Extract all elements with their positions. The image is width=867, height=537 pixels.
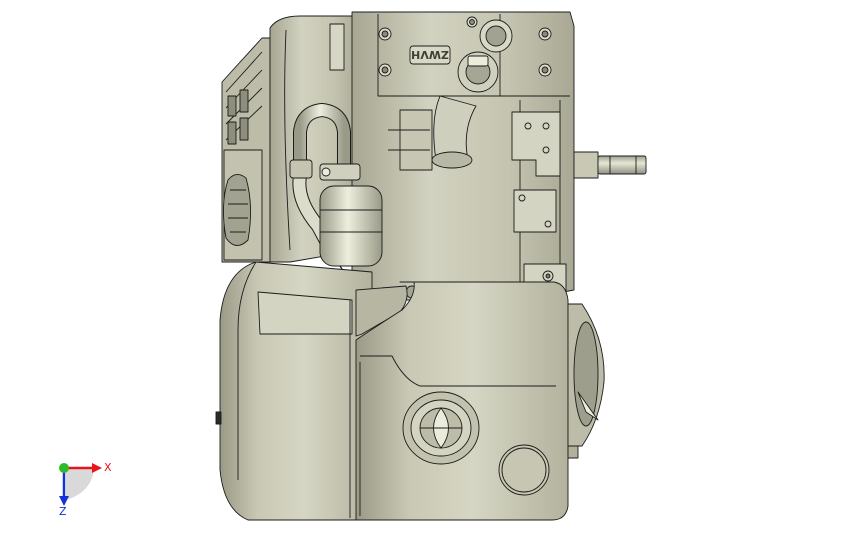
triad-shading: [66, 468, 94, 500]
fuel-cap: [402, 391, 480, 465]
output-shaft: [573, 151, 647, 179]
x-axis-label: X: [104, 461, 112, 474]
z-axis-label: Z: [59, 505, 67, 518]
y-axis-point: [59, 463, 69, 473]
tank-gauge: [498, 444, 550, 496]
engine-model[interactable]: ZWVH: [0, 0, 867, 533]
pulley-guard: [567, 303, 605, 459]
starter-handle: [223, 174, 251, 246]
brand-embossing-text: ZWVH: [411, 48, 449, 61]
x-axis-arrow: [92, 463, 102, 473]
graphics-viewport[interactable]: ZWVH: [0, 0, 867, 533]
orientation-triad: X Z: [59, 461, 112, 518]
